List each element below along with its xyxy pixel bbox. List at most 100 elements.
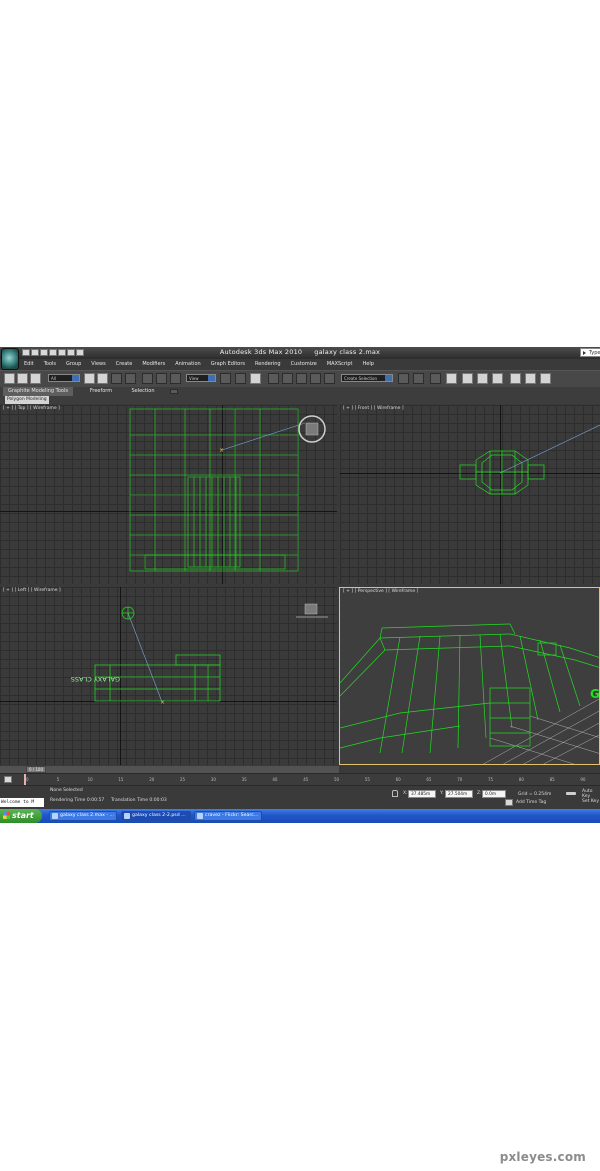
menu-customize[interactable]: Customize <box>286 360 322 369</box>
angle-snap-icon[interactable] <box>282 373 293 384</box>
ruler-tick-label: 5 <box>56 777 60 782</box>
viewport-perspective[interactable]: [ + ] [ Perspective ] [ Wireframe ] G <box>339 587 600 765</box>
ruler-tick-label: 85 <box>549 777 555 782</box>
ribbon-panel: Polygon Modeling <box>0 396 600 404</box>
time-slider[interactable]: 0 / 100 <box>0 766 339 773</box>
ruler-tick-label: 35 <box>241 777 247 782</box>
ribbon-tabs: Graphite Modeling Tools Freeform Selecti… <box>0 387 600 396</box>
z-coordinate-field[interactable]: 0.0m <box>482 790 506 798</box>
menu-animation[interactable]: Animation <box>170 360 206 369</box>
windows-flag-icon <box>3 812 10 819</box>
ruler-tick-label: 55 <box>364 777 370 782</box>
x-coordinate-field[interactable]: 37.485m <box>408 790 436 798</box>
y-coordinate-field[interactable]: 27.504m <box>445 790 473 798</box>
ruler-tick-label: 0 <box>26 777 29 782</box>
front-wireframe-model <box>459 424 600 495</box>
taskbar-item-browser[interactable]: cravez - Flickr: Searc... <box>194 811 262 821</box>
selection-filter-value: All <box>51 376 56 381</box>
curve-editor-icon[interactable] <box>462 373 473 384</box>
chevron-down-icon <box>208 375 215 381</box>
menu-views[interactable]: Views <box>86 360 110 369</box>
grid-size: Grid = 0.254m <box>518 792 552 797</box>
window-title: Autodesk 3ds Max 2010 galaxy class 2.max <box>0 348 600 356</box>
file-name: galaxy class 2.max <box>314 348 381 356</box>
percent-snap-icon[interactable] <box>296 373 307 384</box>
taskbar-item-label: galaxy class 2-2.psd ... <box>132 813 186 818</box>
select-manipulate-icon[interactable] <box>235 373 246 384</box>
selection-filter-dropdown[interactable]: All <box>48 374 80 382</box>
scale-icon[interactable] <box>170 373 181 384</box>
menu-group[interactable]: Group <box>61 360 86 369</box>
perspective-wireframe-model: GAL <box>340 623 599 764</box>
edit-named-selection-icon[interactable] <box>324 373 335 384</box>
tab-polygon-modeling[interactable]: Polygon Modeling <box>5 396 49 404</box>
layer-manager-icon[interactable] <box>430 373 441 384</box>
viewport-left[interactable]: [ + ] [ Left ] [ Wireframe ] GALAXY CLAS… <box>0 587 337 765</box>
schematic-view-icon[interactable] <box>477 373 488 384</box>
tab-freeform[interactable]: Freeform <box>80 387 122 396</box>
menu-graph-editors[interactable]: Graph Editors <box>206 360 250 369</box>
menu-rendering[interactable]: Rendering <box>250 360 286 369</box>
menu-create[interactable]: Create <box>111 360 138 369</box>
rotate-icon[interactable] <box>156 373 167 384</box>
add-time-tag-icon[interactable] <box>505 799 513 806</box>
taskbar-item-label: galaxy class 2.max - ... <box>60 813 115 818</box>
align-icon[interactable] <box>413 373 424 384</box>
viewport-top[interactable]: [ + ] [ Top ] [ Wireframe ] × <box>0 405 337 584</box>
unlink-icon[interactable] <box>17 373 28 384</box>
selection-lock-icon[interactable] <box>392 790 398 797</box>
taskbar-item-3dsmax[interactable]: galaxy class 2.max - ... <box>49 811 117 821</box>
select-link-icon[interactable] <box>4 373 15 384</box>
bind-space-warp-icon[interactable] <box>30 373 41 384</box>
time-slider-thumb[interactable]: 0 / 100 <box>26 766 46 773</box>
select-by-name-icon[interactable] <box>97 373 108 384</box>
rendered-frame-icon[interactable] <box>525 373 536 384</box>
add-time-tag[interactable]: Add Time Tag <box>516 800 546 805</box>
window-crossing-icon[interactable] <box>125 373 136 384</box>
render-setup-icon[interactable] <box>510 373 521 384</box>
left-wireframe-model: GALAXY CLASS × <box>71 603 328 706</box>
ruler-tick-label: 45 <box>303 777 309 782</box>
application-menu-icon[interactable] <box>1 348 19 370</box>
maxscript-listener[interactable]: Welcome to M <box>0 798 44 807</box>
rectangular-selection-icon[interactable] <box>111 373 122 384</box>
spinner-snap-icon[interactable] <box>310 373 321 384</box>
render-production-icon[interactable] <box>540 373 551 384</box>
y-label: Y: <box>440 791 444 796</box>
ruler-tick-label: 10 <box>87 777 93 782</box>
key-icon[interactable] <box>566 792 576 795</box>
graphite-toggle-icon[interactable] <box>446 373 457 384</box>
snaps-toggle-icon[interactable] <box>268 373 279 384</box>
tab-graphite-modeling-tools[interactable]: Graphite Modeling Tools <box>3 387 73 396</box>
keyboard-shortcut-icon[interactable] <box>250 373 261 384</box>
named-selection-value: Create Selection <box>344 376 377 381</box>
menu-edit[interactable]: Edit <box>19 360 39 369</box>
mini-curve-editor-icon[interactable] <box>4 776 12 783</box>
menu-modifiers[interactable]: Modifiers <box>137 360 170 369</box>
viewport-front[interactable]: [ + ] [ Front ] [ Wireframe ] <box>340 405 600 584</box>
material-editor-icon[interactable] <box>492 373 503 384</box>
ruler-tick-label: 70 <box>457 777 463 782</box>
watermark: pxleyes.com <box>499 1150 586 1164</box>
set-key-button[interactable]: Set Key <box>582 799 599 804</box>
auto-key-button[interactable]: Auto Key <box>582 789 600 799</box>
svg-text:×: × <box>160 699 165 706</box>
mirror-icon[interactable] <box>398 373 409 384</box>
reference-coordinate-dropdown[interactable]: View <box>186 374 216 382</box>
taskbar-item-photoshop[interactable]: galaxy class 2-2.psd ... <box>121 811 191 821</box>
model-label-text: GALAXY CLASS <box>71 675 120 683</box>
ribbon-options-icon[interactable] <box>170 389 178 394</box>
move-icon[interactable] <box>142 373 153 384</box>
taskbar-item-label: cravez - Flickr: Searc... <box>205 813 259 818</box>
tab-selection[interactable]: Selection <box>122 387 164 396</box>
start-button[interactable]: start <box>0 809 42 823</box>
named-selection-dropdown[interactable]: Create Selection <box>341 374 393 382</box>
select-object-icon[interactable] <box>84 373 95 384</box>
search-input[interactable]: Type <box>580 348 600 357</box>
title-bar: Autodesk 3ds Max 2010 galaxy class 2.max … <box>0 347 600 359</box>
pivot-center-icon[interactable] <box>220 373 231 384</box>
menu-maxscript[interactable]: MAXScript <box>322 360 358 369</box>
menu-help[interactable]: Help <box>358 360 379 369</box>
windows-taskbar: start galaxy class 2.max - ... galaxy cl… <box>0 809 600 823</box>
menu-tools[interactable]: Tools <box>39 360 61 369</box>
